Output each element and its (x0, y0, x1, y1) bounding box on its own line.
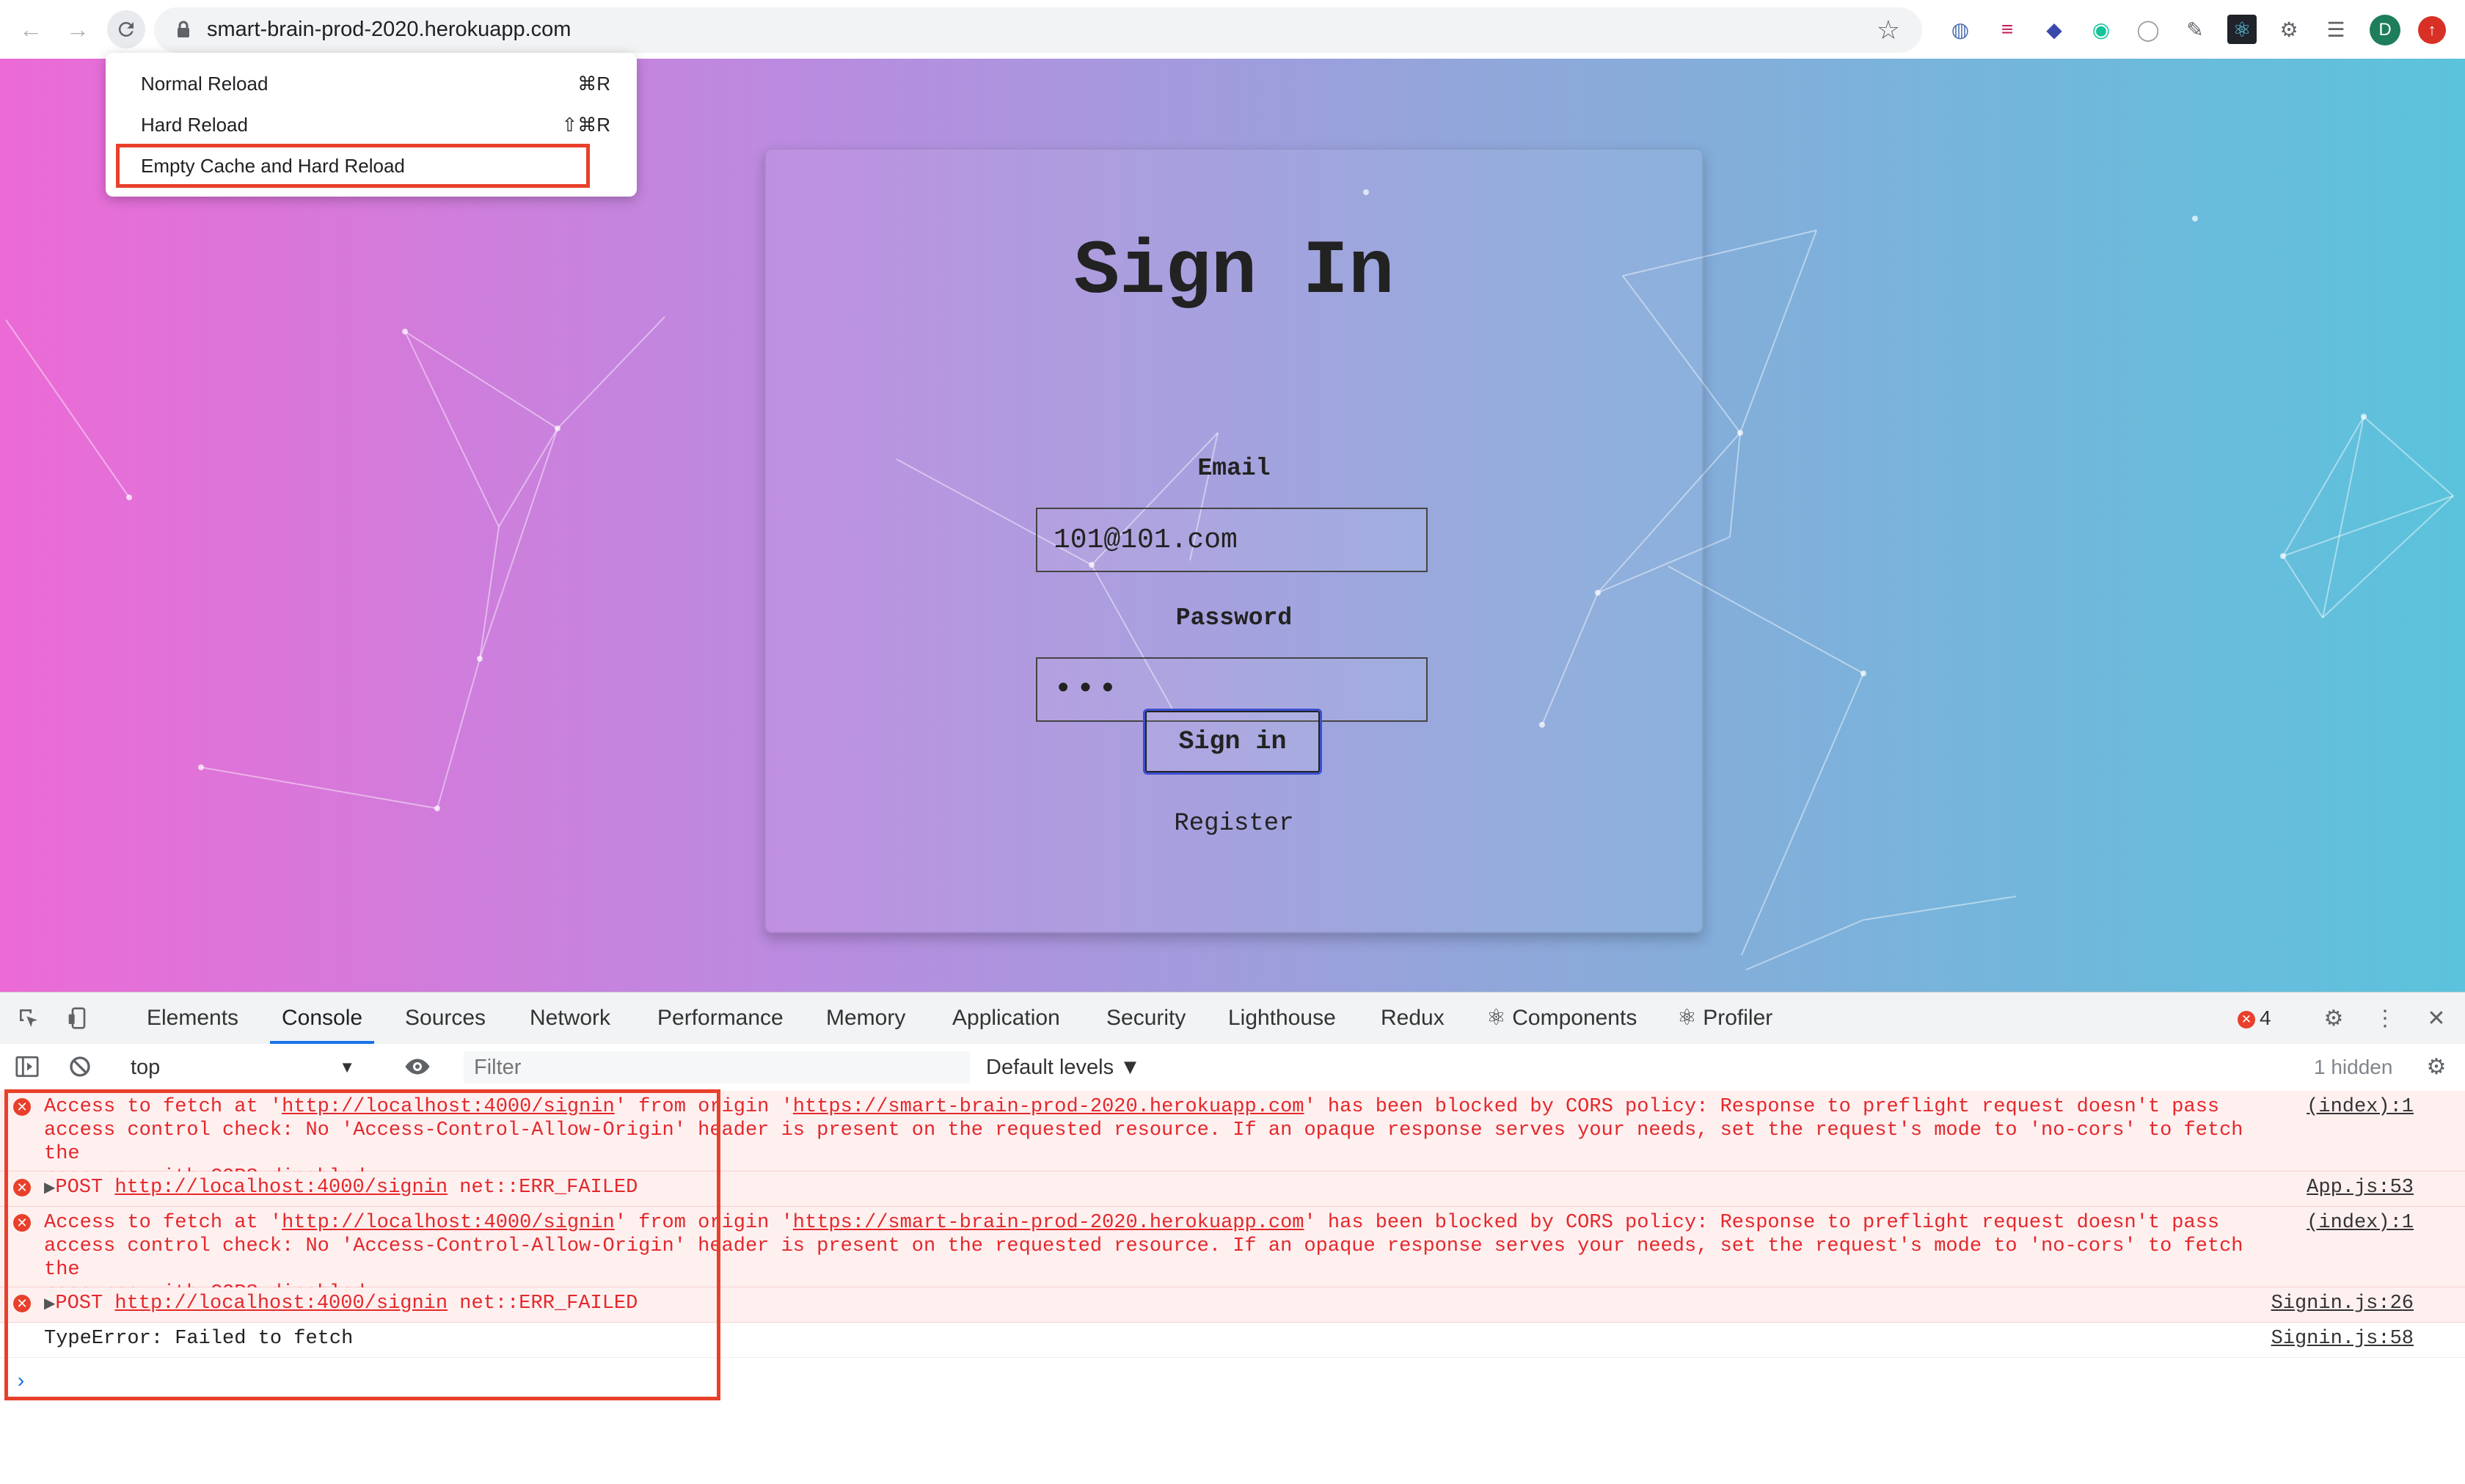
menu-item-normal-reload[interactable]: Normal Reload ⌘R (106, 63, 637, 104)
reload-context-menu: Normal Reload ⌘R Hard Reload ⇧⌘R Empty C… (106, 53, 637, 197)
live-expression-eye-icon[interactable] (403, 1053, 431, 1081)
console-toolbar: top ▼ Default levels ▼ 1 hidden ⚙ (0, 1044, 2465, 1092)
sidebar-toggle-icon[interactable] (13, 1053, 41, 1081)
extensions-puzzle-icon[interactable]: ⚙ (2274, 15, 2304, 44)
tab-network[interactable]: Network (530, 993, 610, 1044)
error-count: 4 (2260, 1006, 2271, 1029)
source-link[interactable]: Signin.js:58 (2271, 1327, 2414, 1350)
menu-item-shortcut: ⌘R (577, 73, 610, 95)
url-text[interactable]: smart-brain-prod-2020.herokuapp.com (207, 18, 571, 42)
profile-avatar[interactable]: D (2370, 15, 2400, 45)
error-icon: ✕ (2238, 1010, 2255, 1028)
extension-circle-icon[interactable]: ◯ (2133, 15, 2163, 44)
source-link[interactable]: App.js:53 (2307, 1176, 2414, 1199)
context-value: top (131, 1056, 161, 1079)
highlight-box (4, 1089, 720, 1400)
dropdown-arrow-icon: ▼ (339, 1058, 355, 1076)
password-label: Password (1175, 604, 1293, 632)
address-bar[interactable]: smart-brain-prod-2020.herokuapp.com ☆ (154, 7, 1922, 53)
console-settings-gear-icon[interactable]: ⚙ (2422, 1053, 2450, 1081)
devtools-tab-bar: Elements Console Sources Network Perform… (0, 993, 2465, 1045)
bookmark-star-icon[interactable]: ☆ (1877, 15, 1900, 45)
tab-security[interactable]: Security (1106, 993, 1186, 1044)
source-link[interactable]: Signin.js:26 (2271, 1292, 2414, 1315)
hidden-messages-count: 1 hidden (2314, 1056, 2393, 1078)
error-count-badge[interactable]: ✕ 4 (2238, 993, 2271, 1044)
react-devtools-icon[interactable]: ⚛ (2227, 15, 2257, 44)
tab-application[interactable]: Application (952, 993, 1060, 1044)
eyedropper-icon[interactable]: ✎ (2180, 15, 2210, 44)
tab-memory[interactable]: Memory (826, 993, 905, 1044)
context-select[interactable]: top ▼ (119, 1051, 368, 1083)
reload-icon[interactable] (107, 10, 145, 48)
email-label: Email (1197, 455, 1271, 482)
update-icon[interactable]: ↑ (2418, 16, 2446, 44)
close-icon[interactable]: ✕ (2422, 1004, 2450, 1032)
reading-list-icon[interactable]: ☰ (2321, 15, 2351, 44)
settings-gear-icon[interactable]: ⚙ (2320, 1004, 2348, 1032)
tab-redux[interactable]: Redux (1381, 993, 1445, 1044)
grammarly-icon[interactable]: ◉ (2086, 15, 2116, 44)
source-link[interactable]: (index):1 (2307, 1211, 2414, 1235)
email-field[interactable] (1036, 508, 1428, 572)
device-toolbar-icon[interactable] (65, 1004, 92, 1032)
register-link[interactable]: Register (766, 810, 1702, 838)
menu-item-label: Normal Reload (141, 73, 269, 95)
extension-icon[interactable]: ◍ (1946, 15, 1975, 44)
origin-link[interactable]: https://smart-brain-prod-2020.herokuapp.… (793, 1096, 1304, 1118)
extension-diamond-icon[interactable]: ◆ (2039, 15, 2069, 44)
lock-icon (178, 21, 189, 37)
menu-item-shortcut: ⇧⌘R (561, 114, 610, 136)
source-link[interactable]: (index):1 (2307, 1095, 2414, 1119)
devtools-panel: Elements Console Sources Network Perform… (0, 992, 2465, 1484)
browser-toolbar: ← → smart-brain-prod-2020.herokuapp.com … (0, 0, 2465, 59)
menu-item-hard-reload[interactable]: Hard Reload ⇧⌘R (106, 104, 637, 145)
tab-elements[interactable]: Elements (147, 993, 238, 1044)
tab-lighthouse[interactable]: Lighthouse (1228, 993, 1336, 1044)
inspect-element-icon[interactable] (15, 1004, 43, 1032)
tab-performance[interactable]: Performance (657, 993, 784, 1044)
tab-profiler[interactable]: ⚛ Profiler (1677, 993, 1772, 1044)
web-page: Sign In Email Password ••• Sign in Regis… (0, 59, 2465, 992)
tab-components[interactable]: ⚛ Components (1486, 993, 1637, 1044)
signin-card: Sign In Email Password ••• Sign in Regis… (764, 148, 1703, 933)
console-filter-input[interactable] (464, 1051, 970, 1083)
origin-link[interactable]: https://smart-brain-prod-2020.herokuapp.… (793, 1212, 1304, 1234)
extension-lines-icon[interactable]: ≡ (1993, 15, 2022, 44)
log-levels-dropdown[interactable]: Default levels ▼ (986, 1044, 1141, 1091)
back-arrow-icon[interactable]: ← (12, 10, 50, 48)
tab-sources[interactable]: Sources (405, 993, 486, 1044)
more-options-icon[interactable]: ⋮ (2371, 1004, 2399, 1032)
menu-item-label: Hard Reload (141, 114, 248, 136)
signin-title: Sign In (1073, 229, 1395, 315)
highlight-box (116, 144, 590, 188)
forward-arrow-icon[interactable]: → (59, 10, 97, 48)
clear-console-icon[interactable] (66, 1053, 94, 1081)
console-messages: ✕ Access to fetch at 'http://localhost:4… (0, 1089, 2465, 1484)
signin-button[interactable]: Sign in (1143, 709, 1322, 775)
tab-console[interactable]: Console (270, 993, 375, 1044)
